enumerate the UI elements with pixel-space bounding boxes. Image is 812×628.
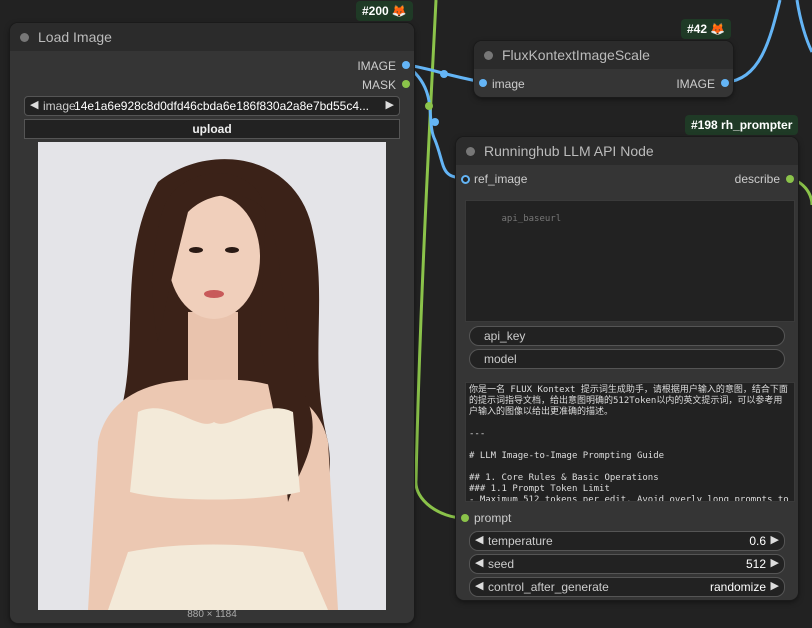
runninghub-llm-api-node[interactable]: Runninghub LLM API Node ref_image descri… (456, 137, 798, 600)
left-arrow-icon[interactable]: ◀ (475, 556, 483, 569)
image-size-label: 880 × 1184 (187, 609, 237, 620)
reroute-dot-blue-2 (431, 118, 439, 126)
output-slot-image[interactable] (402, 61, 410, 69)
link-flux-out (725, 0, 782, 84)
input-slot-prompt[interactable] (461, 514, 469, 522)
link-top-right (795, 0, 812, 53)
left-arrow-icon[interactable]: ◀ (475, 533, 483, 546)
control-after-generate-value: randomize (709, 580, 766, 594)
upload-button[interactable]: upload (24, 119, 400, 139)
right-arrow-icon[interactable]: ▶ (771, 533, 779, 546)
node-title-bar[interactable]: Load Image (10, 23, 414, 51)
output-slot-mask[interactable] (402, 80, 410, 88)
input-slot-ref-image[interactable] (461, 175, 470, 184)
graph-canvas[interactable]: #200 🦊 Load Image IMAGE MASK ◀ image 14e1… (0, 0, 812, 628)
api-baseurl-placeholder: api_baseurl (501, 214, 562, 224)
reroute-dot-green (425, 102, 433, 110)
input-label-ref-image: ref_image (474, 172, 528, 186)
api-key-label: api_key (484, 329, 526, 343)
node-title: Load Image (38, 29, 112, 45)
node-id-badge: #200 🦊 (356, 1, 413, 21)
output-label-image: IMAGE (676, 77, 715, 91)
image-combo-value: 14e1a6e928c8d0dfd46cbda6e186f830a2a8e7bd… (74, 99, 369, 113)
fox-icon: 🦊 (391, 4, 407, 18)
output-label-describe: describe (734, 172, 780, 186)
right-arrow-icon[interactable]: ▶ (771, 556, 779, 569)
output-label-mask: MASK (361, 78, 396, 92)
node-id-text: #198 rh_prompter (691, 118, 793, 132)
model-field[interactable]: model (469, 349, 785, 369)
node-title-bar[interactable]: FluxKontextImageScale (474, 41, 733, 69)
node-id-text: #200 (362, 4, 389, 18)
collapse-dot-icon[interactable] (484, 51, 493, 60)
seed-label: seed (488, 557, 515, 571)
api-baseurl-textarea[interactable]: api_baseurl (465, 200, 795, 322)
node-title-bar[interactable]: Runninghub LLM API Node (456, 137, 798, 165)
portrait-illustration (38, 142, 386, 610)
temperature-widget[interactable]: ◀ temperature 0.6 ▶ (469, 531, 785, 551)
output-slot-describe[interactable] (786, 175, 794, 183)
api-key-field[interactable]: api_key (469, 326, 785, 346)
input-label-prompt: prompt (474, 511, 512, 525)
system-prompt-textarea[interactable]: 你是一名 FLUX Kontext 提示词生成助手，请根据用户输入的意图，结合下… (465, 382, 795, 502)
image-combo-label: image (43, 99, 76, 113)
output-slot-image[interactable] (721, 79, 729, 87)
fox-icon: 🦊 (710, 22, 725, 36)
model-label: model (484, 352, 517, 366)
collapse-dot-icon[interactable] (466, 147, 475, 156)
seed-widget[interactable]: ◀ seed 512 ▶ (469, 554, 785, 574)
node-id-text: #42 (687, 22, 708, 36)
control-after-generate-label: control_after_generate (488, 580, 609, 594)
temperature-label: temperature (488, 534, 553, 548)
temperature-value: 0.6 (749, 534, 766, 548)
output-label-image: IMAGE (357, 59, 396, 73)
node-title: Runninghub LLM API Node (484, 143, 654, 159)
reroute-dot-blue (440, 70, 448, 78)
left-arrow-icon[interactable]: ◀ (30, 98, 38, 111)
seed-value: 512 (745, 557, 766, 571)
input-label-image: image (492, 77, 525, 91)
node-title: FluxKontextImageScale (502, 47, 650, 63)
image-file-combo[interactable]: ◀ image 14e1a6e928c8d0dfd46cbda6e186f830… (24, 96, 400, 116)
flux-kontext-image-scale-node[interactable]: FluxKontextImageScale image IMAGE (474, 41, 733, 97)
node-id-badge: #42 🦊 (681, 19, 731, 39)
image-preview (38, 142, 386, 610)
node-id-badge: #198 rh_prompter (685, 115, 799, 135)
control-after-generate-widget[interactable]: ◀ control_after_generate randomize ▶ (469, 577, 785, 597)
collapse-dot-icon[interactable] (20, 33, 29, 42)
right-arrow-icon[interactable]: ▶ (771, 579, 779, 592)
input-slot-image[interactable] (479, 79, 487, 87)
left-arrow-icon[interactable]: ◀ (475, 579, 483, 592)
right-arrow-icon[interactable]: ▶ (386, 98, 394, 111)
